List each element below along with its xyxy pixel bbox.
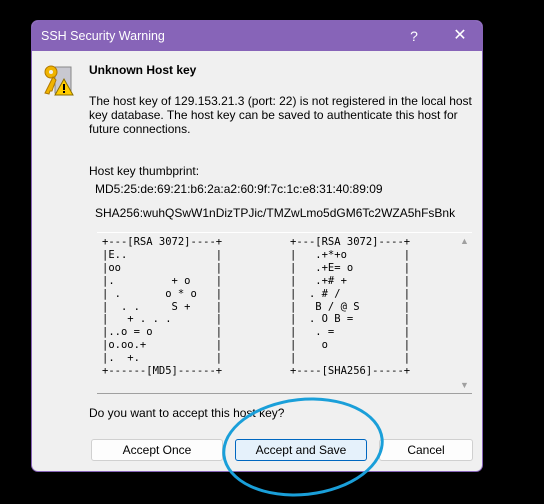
close-button[interactable]: ✕	[448, 25, 472, 47]
sha256-randomart: +---[RSA 3072]----+ | .+*+o | | .+E= o |…	[290, 236, 411, 378]
help-button[interactable]: ?	[402, 25, 426, 47]
thumbprint-label: Host key thumbprint:	[89, 164, 200, 178]
md5-fingerprint: MD5:25:de:69:21:b6:2a:a2:60:9f:7c:1c:e8:…	[95, 182, 383, 196]
accept-question: Do you want to accept this host key?	[89, 406, 285, 420]
scroll-down-icon[interactable]: ▼	[460, 380, 469, 390]
sha256-fingerprint: SHA256:wuhQSwW1nDizTPJic/TMZwLmo5dGM6Tc2…	[95, 206, 456, 220]
window-title: SSH Security Warning	[41, 29, 165, 43]
accept-once-button[interactable]: Accept Once	[91, 439, 223, 461]
randomart-box: +---[RSA 3072]----+ |E.. | |oo | |. + o …	[97, 232, 472, 394]
md5-randomart: +---[RSA 3072]----+ |E.. | |oo | |. + o …	[102, 236, 223, 378]
dialog-heading: Unknown Host key	[89, 63, 197, 77]
title-bar[interactable]: SSH Security Warning ? ✕	[32, 21, 482, 51]
key-warning-icon	[44, 65, 74, 96]
scroll-up-icon[interactable]: ▲	[460, 236, 469, 246]
cancel-button[interactable]: Cancel	[379, 439, 473, 461]
warning-message: The host key of 129.153.21.3 (port: 22) …	[89, 94, 472, 136]
ssh-security-warning-dialog: SSH Security Warning ? ✕ Unknown Host ke…	[31, 20, 483, 472]
scrollbar[interactable]: ▲ ▼	[457, 233, 472, 393]
accept-and-save-button[interactable]: Accept and Save	[235, 439, 367, 461]
